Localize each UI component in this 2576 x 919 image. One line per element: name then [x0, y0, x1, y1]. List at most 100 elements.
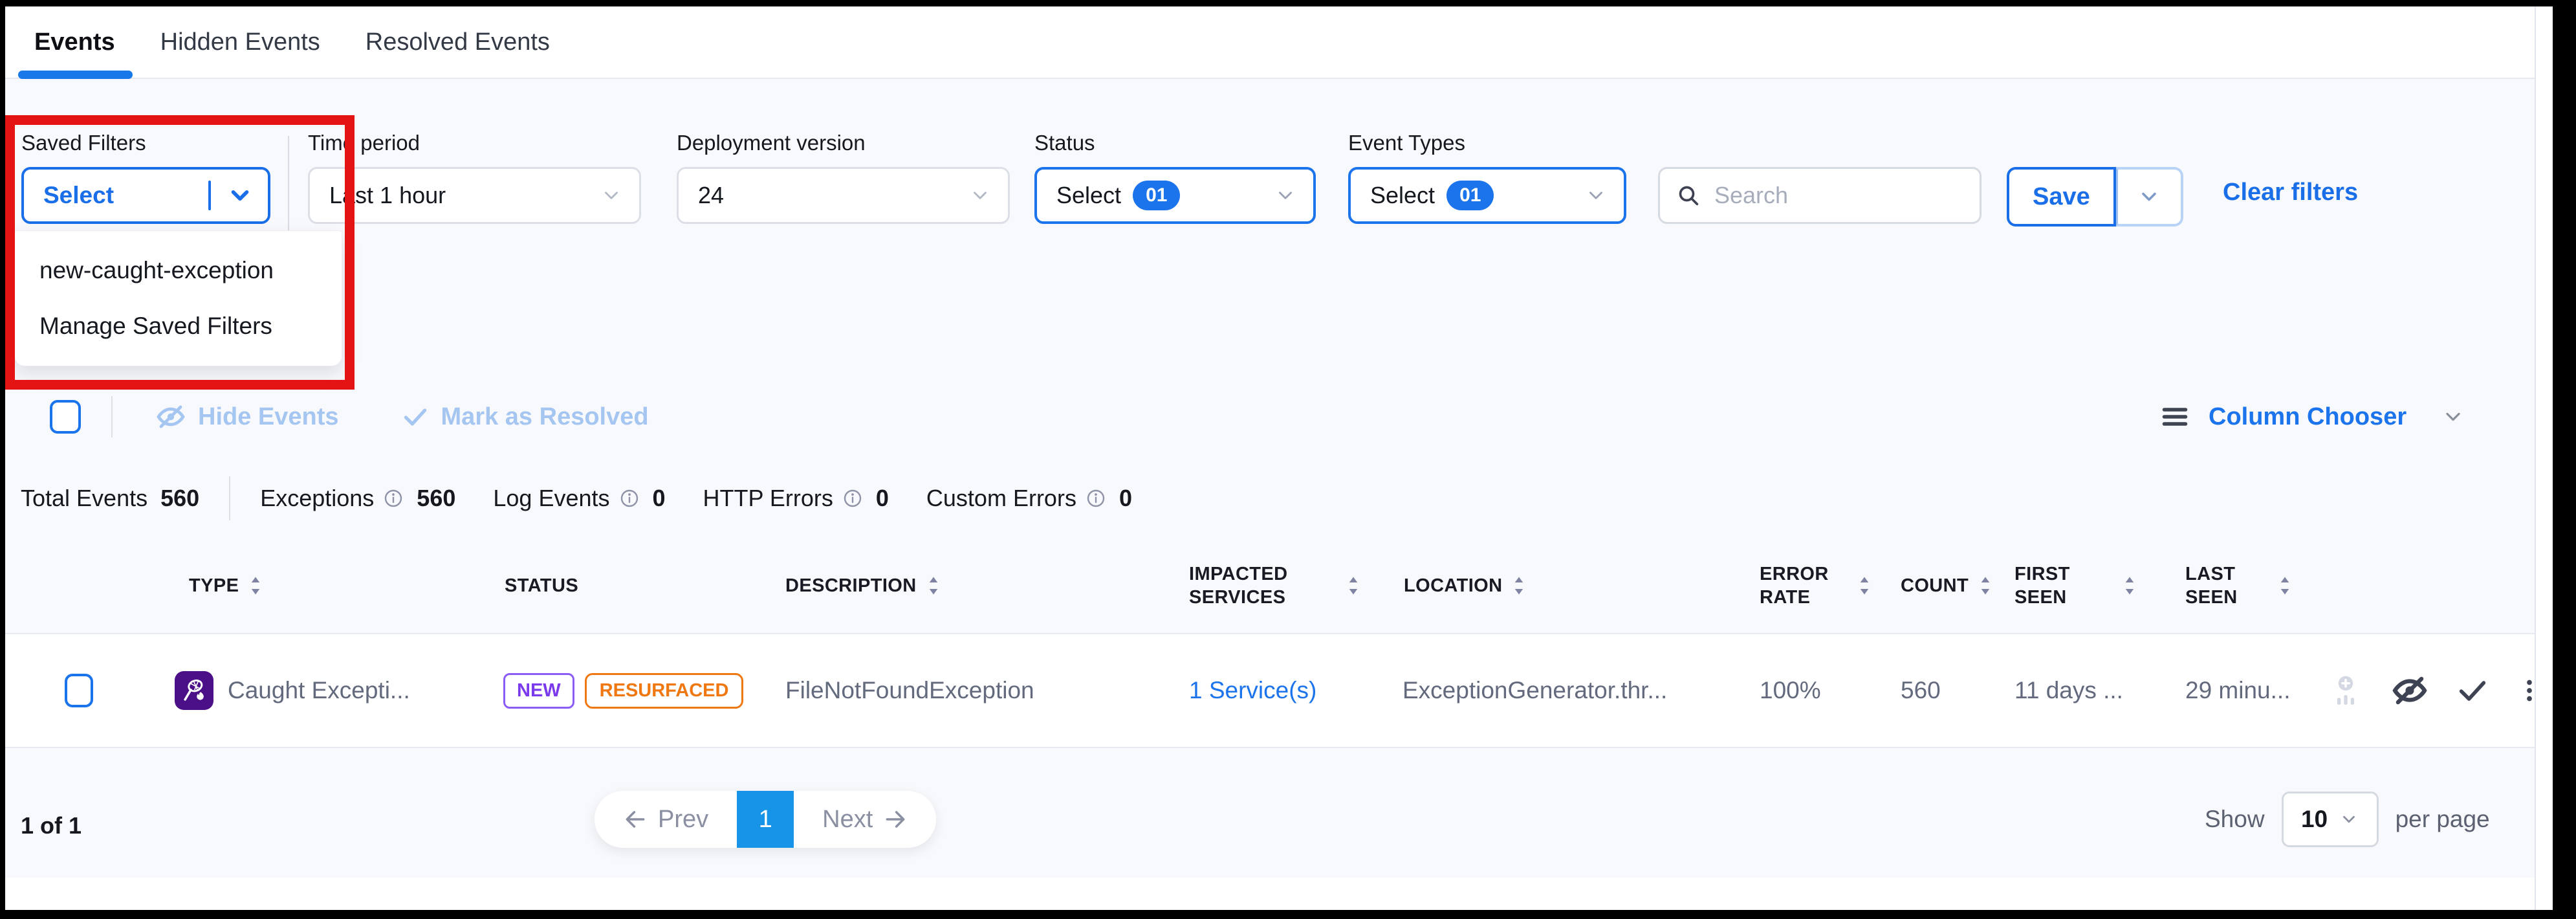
column-header-error-rate[interactable]: ERROR RATE	[1729, 562, 1877, 610]
last-seen-text: 29 minu...	[2185, 677, 2290, 704]
chevron-down-icon	[1274, 184, 1296, 206]
sort-icon[interactable]	[1857, 575, 1872, 597]
info-icon[interactable]	[619, 488, 640, 509]
tab-events[interactable]: Events	[34, 28, 115, 56]
sort-icon[interactable]	[2277, 575, 2293, 597]
location-text: ExceptionGenerator.thr...	[1403, 677, 1667, 704]
time-period-group: Time period Last 1 hour	[308, 131, 641, 224]
chevron-down-icon	[2441, 405, 2465, 428]
event-types-value: Select	[1351, 182, 1435, 209]
resolve-event-icon[interactable]	[2456, 674, 2489, 707]
first-seen-cell: 11 days ...	[1994, 677, 2143, 704]
chevron-down-icon	[2339, 810, 2359, 829]
stats-row: Total Events 560 Exceptions 560 Log Even…	[21, 471, 1132, 526]
search-icon	[1675, 183, 1701, 208]
status-cell: NEW RESURFACED	[480, 673, 758, 709]
time-period-label: Time period	[308, 131, 641, 155]
hide-event-icon[interactable]	[2391, 672, 2429, 709]
dropdown-item-manage-saved-filters[interactable]: Manage Saved Filters	[15, 298, 342, 354]
column-header-count[interactable]: COUNT	[1877, 574, 1994, 597]
sort-icon[interactable]	[926, 575, 941, 597]
chevron-down-icon	[600, 184, 622, 206]
search-box[interactable]	[1658, 167, 1981, 224]
column-header-status[interactable]: STATUS	[480, 574, 758, 597]
hide-events-button[interactable]: Hide Events	[155, 401, 339, 432]
status-badge-new: NEW	[503, 673, 574, 709]
info-icon[interactable]	[383, 488, 404, 509]
column-label: IMPACTED SERVICES	[1189, 562, 1305, 610]
chevron-down-icon	[226, 182, 254, 209]
column-header-description[interactable]: DESCRIPTION	[758, 574, 1159, 597]
column-chooser-label: Column Chooser	[2209, 403, 2407, 431]
impact-graph-icon[interactable]	[2328, 672, 2364, 709]
status-badge-resurfaced: RESURFACED	[585, 673, 744, 709]
save-dropdown-button[interactable]	[2116, 167, 2183, 227]
page-size-select[interactable]: 10	[2282, 792, 2379, 847]
stat-label: Log Events	[493, 485, 609, 512]
bottom-strip	[5, 878, 2553, 910]
column-chooser-button[interactable]: Column Chooser	[2158, 393, 2465, 440]
save-button[interactable]: Save	[2007, 167, 2116, 227]
stat-value: 560	[160, 485, 199, 512]
stat-total-events: Total Events 560	[21, 485, 199, 512]
hamburger-icon	[2158, 403, 2192, 431]
sort-icon[interactable]	[248, 575, 263, 597]
impacted-services-cell: 1 Service(s)	[1159, 677, 1366, 704]
filter-section-divider	[288, 136, 289, 243]
stat-http-errors: HTTP Errors 0	[703, 485, 889, 512]
row-checkbox[interactable]	[65, 674, 93, 707]
dropdown-item-saved-filter[interactable]: new-caught-exception	[15, 243, 342, 298]
column-header-first-seen[interactable]: FIRST SEEN	[1994, 562, 2143, 610]
type-label: Caught Excepti...	[228, 677, 410, 704]
prev-page-button[interactable]: Prev	[595, 791, 737, 848]
saved-filters-label: Saved Filters	[21, 131, 270, 155]
divider	[229, 476, 230, 520]
impacted-services-link[interactable]: 1 Service(s)	[1189, 677, 1316, 704]
sort-icon[interactable]	[1978, 575, 1993, 597]
stat-value: 0	[1119, 485, 1132, 512]
error-rate-text: 100%	[1760, 677, 1821, 704]
info-icon[interactable]	[1086, 488, 1106, 509]
count-cell: 560	[1877, 677, 1994, 704]
column-label: ERROR RATE	[1760, 562, 1824, 610]
sort-icon[interactable]	[2122, 575, 2137, 597]
status-select[interactable]: Select 01	[1034, 167, 1316, 224]
scrollbar-gutter[interactable]	[2535, 6, 2553, 910]
select-all-checkbox[interactable]	[50, 400, 81, 434]
sort-icon[interactable]	[1511, 575, 1527, 597]
mark-resolved-button[interactable]: Mark as Resolved	[401, 403, 649, 431]
chevron-down-icon	[2137, 185, 2161, 208]
sort-icon[interactable]	[1346, 575, 1361, 597]
column-header-last-seen[interactable]: LAST SEEN	[2143, 562, 2298, 610]
info-icon[interactable]	[842, 488, 863, 509]
saved-filters-dropdown: new-caught-exception Manage Saved Filter…	[14, 230, 342, 366]
mark-resolved-label: Mark as Resolved	[441, 403, 649, 431]
eye-slash-icon	[155, 401, 186, 432]
table-row[interactable]: Caught Excepti... NEW RESURFACED FileNot…	[5, 633, 2553, 748]
saved-filters-group: Saved Filters Select	[21, 131, 270, 224]
clear-filters-link[interactable]: Clear filters	[2223, 179, 2358, 206]
location-cell: ExceptionGenerator.thr...	[1366, 677, 1729, 704]
search-input[interactable]	[1713, 181, 1948, 210]
column-label: LAST SEEN	[2185, 562, 2268, 610]
saved-filters-select[interactable]: Select	[21, 167, 270, 224]
status-group: Status Select 01	[1034, 131, 1316, 224]
current-page-button[interactable]: 1	[737, 791, 794, 848]
tab-hidden-events[interactable]: Hidden Events	[160, 28, 320, 56]
time-period-select[interactable]: Last 1 hour	[308, 167, 641, 224]
search-group	[1658, 167, 1981, 224]
check-icon	[401, 403, 430, 431]
next-page-button[interactable]: Next	[794, 791, 936, 848]
column-header-type[interactable]: TYPE	[118, 574, 480, 597]
last-seen-cell: 29 minu...	[2143, 677, 2298, 704]
table-header: TYPE STATUS DESCRIPTION IMPACTED SERVICE…	[21, 538, 2524, 633]
pagination: Prev 1 Next	[595, 791, 936, 848]
stat-log-events: Log Events 0	[493, 485, 665, 512]
column-header-impacted-services[interactable]: IMPACTED SERVICES	[1159, 562, 1366, 610]
chevron-down-icon	[1585, 184, 1607, 206]
description-cell: FileNotFoundException	[758, 677, 1159, 704]
tab-resolved-events[interactable]: Resolved Events	[366, 28, 550, 56]
event-types-select[interactable]: Select 01	[1348, 167, 1626, 224]
deployment-version-select[interactable]: 24	[677, 167, 1010, 224]
column-header-location[interactable]: LOCATION	[1366, 574, 1729, 597]
